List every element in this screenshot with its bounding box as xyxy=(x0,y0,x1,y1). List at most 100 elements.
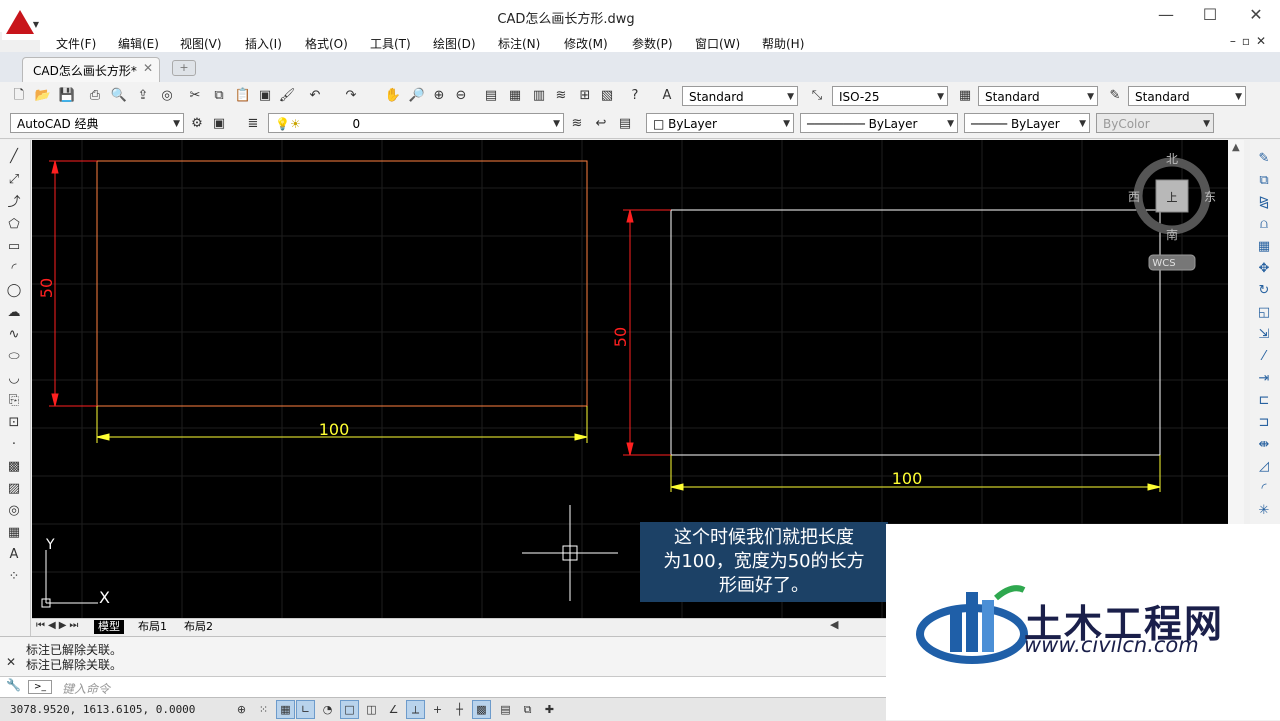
table-style-select[interactable]: Standard ▼ xyxy=(978,86,1098,106)
construction-line-icon[interactable]: ⤢ xyxy=(5,171,23,189)
join-icon[interactable]: ⇼ xyxy=(1255,436,1273,454)
coordinates-readout[interactable]: 3078.9520, 1613.6105, 0.0000 xyxy=(10,703,195,716)
point-icon[interactable]: · xyxy=(5,436,23,454)
menu-insert[interactable]: 插入(I) xyxy=(245,35,282,52)
layer-properties-icon[interactable]: ≣ xyxy=(244,115,262,133)
fillet-icon[interactable]: ◜ xyxy=(1255,480,1273,498)
revision-cloud-icon[interactable]: ☁ xyxy=(5,304,23,322)
lineweight-toggle-icon[interactable]: ┼ xyxy=(450,700,469,719)
workspace-select[interactable]: AutoCAD 经典 ▼ xyxy=(10,113,184,133)
design-center-icon[interactable]: ▦ xyxy=(506,87,524,105)
color-select[interactable]: □ ByLayer ▼ xyxy=(646,113,794,133)
rectangle-icon[interactable]: ▭ xyxy=(5,238,23,256)
new-tab-button[interactable]: + xyxy=(172,60,196,76)
mdi-window-buttons[interactable]: –▫✕ xyxy=(1230,34,1272,48)
save-icon[interactable]: 💾 xyxy=(58,87,76,105)
quick-properties-icon[interactable]: ▤ xyxy=(496,700,515,719)
menu-file[interactable]: 文件(F) xyxy=(56,35,96,52)
tab-model[interactable]: 模型 xyxy=(94,620,124,634)
menu-format[interactable]: 格式(O) xyxy=(305,35,348,52)
add-selected-icon[interactable]: ⁘ xyxy=(5,568,23,586)
scroll-up-icon[interactable]: ▲ xyxy=(1232,142,1240,153)
dynamic-input-icon[interactable]: + xyxy=(428,700,447,719)
polyline-icon[interactable]: ⤴ xyxy=(5,194,23,212)
print-icon[interactable]: ⎙ xyxy=(86,87,104,105)
break-at-point-icon[interactable]: ⊏ xyxy=(1255,392,1273,410)
viewcube-north[interactable]: 北 xyxy=(1166,152,1178,166)
object-snap-tracking-icon[interactable]: ∠ xyxy=(384,700,403,719)
dimension-style-select[interactable]: ISO-25 ▼ xyxy=(832,86,948,106)
selection-cycling-icon[interactable]: ⧉ xyxy=(518,700,537,719)
undo-icon[interactable]: ↶ xyxy=(306,87,324,105)
redo-icon[interactable]: ↷ xyxy=(342,87,360,105)
chamfer-icon[interactable]: ◿ xyxy=(1255,458,1273,476)
publish-icon[interactable]: ⇪ xyxy=(134,87,152,105)
mirror-icon[interactable]: ⧎ xyxy=(1255,194,1273,212)
cut-icon[interactable]: ✂ xyxy=(186,87,204,105)
viewcube-top-face[interactable]: 上 xyxy=(1167,191,1178,204)
tab-layout2[interactable]: 布局2 xyxy=(180,620,217,634)
paste-icon[interactable]: 📋 xyxy=(234,87,252,105)
layout-nav-icons[interactable]: ⏮◀▶⏭ xyxy=(36,620,81,631)
3d-dwf-icon[interactable]: ◎ xyxy=(158,87,176,105)
command-prompt-icon[interactable]: >_ xyxy=(28,680,52,694)
spline-icon[interactable]: ∿ xyxy=(5,326,23,344)
menu-draw[interactable]: 绘图(D) xyxy=(433,35,476,52)
document-tab[interactable]: CAD怎么画长方形* ✕ xyxy=(22,57,160,82)
ellipse-icon[interactable]: ⬭ xyxy=(5,348,23,366)
copy-icon[interactable]: ⧉ xyxy=(210,87,228,105)
layer-select[interactable]: 💡☀ 0 ▼ xyxy=(268,113,564,133)
menu-window[interactable]: 窗口(W) xyxy=(695,35,740,52)
viewcube-east[interactable]: 东 xyxy=(1204,190,1216,204)
close-button[interactable]: ✕ xyxy=(1234,4,1278,26)
match-properties-icon[interactable]: 🖌 xyxy=(278,87,296,105)
sheet-set-icon[interactable]: ≋ xyxy=(552,87,570,105)
zoom-realtime-icon[interactable]: 🔎 xyxy=(408,87,426,105)
layer-states-icon[interactable]: ▤ xyxy=(616,115,634,133)
dynamic-ucs-icon[interactable]: ⟂ xyxy=(406,700,425,719)
ellipse-arc-icon[interactable]: ◡ xyxy=(5,370,23,388)
stretch-icon[interactable]: ⇲ xyxy=(1255,326,1273,344)
circle-icon[interactable]: ◯ xyxy=(5,282,23,300)
extend-icon[interactable]: ⇥ xyxy=(1255,370,1273,388)
3d-object-snap-icon[interactable]: ◫ xyxy=(362,700,381,719)
menu-dimension[interactable]: 标注(N) xyxy=(498,35,540,52)
offset-icon[interactable]: ⩍ xyxy=(1255,216,1273,234)
line-tool-icon[interactable]: ╱ xyxy=(5,148,23,166)
help-icon[interactable]: ? xyxy=(626,87,644,105)
workspace-settings-icon[interactable]: ⚙ xyxy=(188,115,206,133)
multileader-style-select[interactable]: Standard ▼ xyxy=(1128,86,1246,106)
menu-view[interactable]: 视图(V) xyxy=(180,35,222,52)
command-line[interactable]: 🔧 >_ xyxy=(0,676,886,697)
explode-icon[interactable]: ✳ xyxy=(1255,502,1273,520)
zoom-window-icon[interactable]: ⊕ xyxy=(430,87,448,105)
scroll-left-icon[interactable]: ◀ xyxy=(830,618,838,631)
erase-icon[interactable]: ✎ xyxy=(1255,150,1273,168)
gradient-icon[interactable]: ▨ xyxy=(5,480,23,498)
close-command-line-icon[interactable]: ✕ xyxy=(6,655,16,669)
arc-icon[interactable]: ◜ xyxy=(5,260,23,278)
annotation-monitor-icon[interactable]: ✚ xyxy=(540,700,559,719)
snap-mode-icon[interactable]: ⁙ xyxy=(254,700,273,719)
command-input[interactable]: 键入命令 xyxy=(62,680,110,697)
menu-tools[interactable]: 工具(T) xyxy=(370,35,411,52)
grid-display-icon[interactable]: ▦ xyxy=(276,700,295,719)
object-snap-icon[interactable]: □ xyxy=(340,700,359,719)
viewcube-south[interactable]: 南 xyxy=(1166,227,1178,242)
calculator-icon[interactable]: ▧ xyxy=(598,87,616,105)
menu-modify[interactable]: 修改(M) xyxy=(564,35,608,52)
markup-icon[interactable]: ⊞ xyxy=(576,87,594,105)
paste-block-icon[interactable]: ▣ xyxy=(256,87,274,105)
customize-icon[interactable]: ▣ xyxy=(210,115,228,133)
polygon-icon[interactable]: ⬠ xyxy=(5,216,23,234)
close-tab-icon[interactable]: ✕ xyxy=(143,61,153,75)
insert-block-icon[interactable]: ⎘ xyxy=(5,392,23,410)
tool-palettes-icon[interactable]: ▥ xyxy=(530,87,548,105)
new-file-icon[interactable]: 🗋 xyxy=(10,87,28,105)
ortho-mode-icon[interactable]: ∟ xyxy=(296,700,315,719)
customize-wrench-icon[interactable]: 🔧 xyxy=(6,678,21,692)
scale-icon[interactable]: ◱ xyxy=(1255,304,1273,322)
menu-help[interactable]: 帮助(H) xyxy=(762,35,804,52)
properties-icon[interactable]: ▤ xyxy=(482,87,500,105)
rotate-icon[interactable]: ↻ xyxy=(1255,282,1273,300)
